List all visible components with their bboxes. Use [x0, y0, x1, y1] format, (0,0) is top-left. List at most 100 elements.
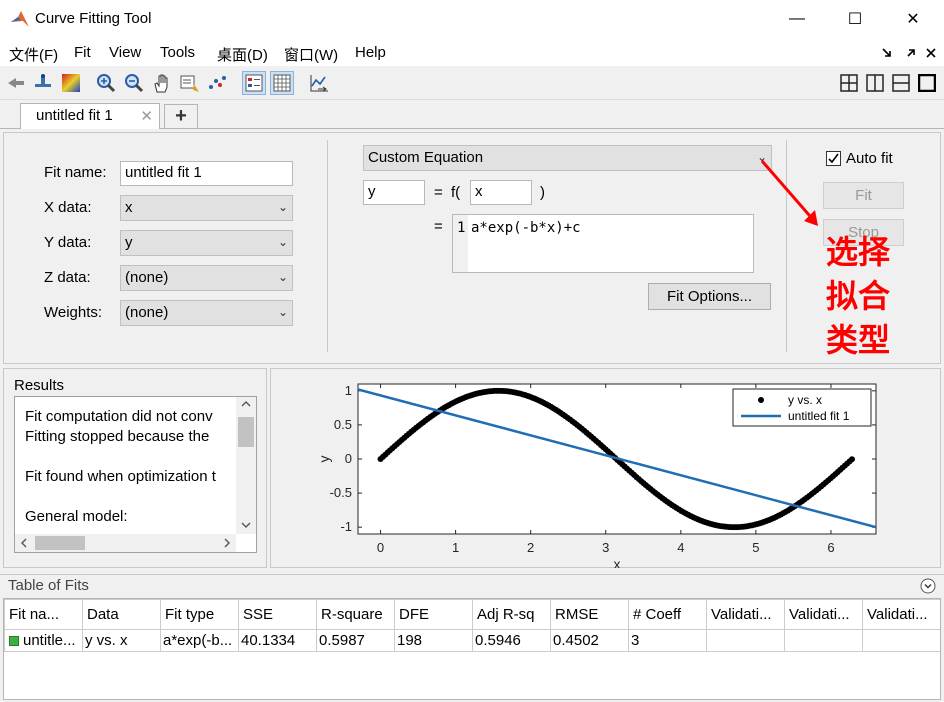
fit-name-input[interactable]: untitled fit 1: [120, 161, 293, 186]
tab-untitled-fit-1[interactable]: untitled fit 1 ✕: [20, 103, 160, 129]
column-header[interactable]: Validati...: [706, 599, 785, 630]
results-textbox[interactable]: Fit computation did not conv Fitting sto…: [14, 396, 257, 553]
scrollbar-thumb[interactable]: [35, 536, 85, 550]
column-header[interactable]: Fit na...: [4, 599, 83, 630]
legend-icon[interactable]: [242, 71, 266, 95]
table-header-row: Fit na... Data Fit type SSE R-square DFE Adj R…: [4, 599, 940, 630]
residuals-plot-icon[interactable]: [307, 71, 331, 95]
fit-plot[interactable]: 0 1 2 3 4 5 6 1 0.5 0 -0.5 -1 x y y vs. x untitled fit …: [270, 368, 941, 568]
fit-type-value: Custom Equation: [368, 149, 484, 166]
colormap-icon[interactable]: [59, 71, 83, 95]
table-row[interactable]: untitle... y vs. x a*exp(-b... 40.1334 0.598…: [4, 629, 940, 652]
scrollbar-thumb[interactable]: [238, 417, 254, 447]
vertical-scrollbar[interactable]: [236, 397, 256, 534]
column-header[interactable]: Data: [82, 599, 161, 630]
menu-file[interactable]: 文件(F): [9, 44, 58, 65]
fit-name-cell: untitle...: [23, 632, 76, 649]
fit-button[interactable]: Fit: [823, 182, 904, 209]
tab-close-icon[interactable]: ✕: [140, 107, 153, 125]
collapse-chevron-icon[interactable]: [920, 578, 936, 594]
dock-arrow-icon[interactable]: [880, 46, 894, 60]
grid-icon[interactable]: [270, 71, 294, 95]
data-cursor-icon[interactable]: [31, 71, 55, 95]
dependent-var-input[interactable]: y: [363, 180, 425, 205]
z-data-select[interactable]: (none) ⌄: [120, 265, 293, 291]
column-header[interactable]: Validati...: [784, 599, 863, 630]
scroll-right-icon[interactable]: [220, 536, 234, 550]
add-tab-button[interactable]: +: [164, 104, 198, 128]
fit-options-button[interactable]: Fit Options...: [648, 283, 771, 310]
menu-view[interactable]: View: [109, 44, 141, 61]
table-cell: [706, 629, 785, 652]
x-tick-label: 1: [452, 540, 459, 555]
scroll-down-icon[interactable]: [236, 518, 256, 532]
layout-tile-icon[interactable]: [837, 71, 861, 95]
y-axis-label: y: [316, 456, 332, 463]
menu-bar: [0, 38, 944, 66]
independent-var-input[interactable]: x: [470, 180, 532, 205]
data-point: [848, 456, 855, 463]
results-line: [25, 488, 235, 508]
minimize-button[interactable]: —: [768, 0, 826, 38]
table-cell: 0.4502: [550, 629, 629, 652]
annotation-line: 拟合: [826, 277, 891, 315]
column-header[interactable]: RMSE: [550, 599, 629, 630]
chevron-down-icon: ⌄: [277, 235, 288, 249]
menu-window[interactable]: 窗口(W): [284, 44, 338, 65]
function-close-label: ): [540, 184, 545, 201]
legend-marker: [758, 397, 764, 403]
table-cell: y vs. x: [82, 629, 161, 652]
layout-columns-icon[interactable]: [863, 71, 887, 95]
weights-label: Weights:: [44, 304, 103, 321]
chevron-down-icon: ⌄: [277, 270, 288, 284]
legend-label: untitled fit 1: [788, 409, 850, 423]
horizontal-scrollbar[interactable]: [15, 534, 236, 552]
y-data-select[interactable]: y ⌄: [120, 230, 293, 256]
table-cell: 198: [394, 629, 473, 652]
table-cell: 0.5987: [316, 629, 395, 652]
table-cell: 0.5946: [472, 629, 551, 652]
chevron-down-icon: ⌄: [277, 305, 288, 319]
equation-expression: a*exp(-b*x)+c: [471, 220, 581, 236]
close-figure-icon[interactable]: [925, 46, 937, 60]
layout-single-icon[interactable]: [915, 71, 939, 95]
fit-status-icon: [9, 636, 19, 646]
checkmark-icon: [828, 153, 839, 164]
y-tick-label: 0.5: [334, 417, 352, 432]
layout-rows-icon[interactable]: [889, 71, 913, 95]
results-line: Fit found when optimization t: [25, 468, 216, 485]
column-header[interactable]: Validati...: [862, 599, 940, 630]
weights-select[interactable]: (none) ⌄: [120, 300, 293, 326]
menu-tools[interactable]: Tools: [160, 44, 195, 61]
zoom-in-icon[interactable]: [94, 71, 118, 95]
z-data-label: Z data:: [44, 269, 91, 286]
pan-hand-icon[interactable]: [150, 71, 174, 95]
menu-help[interactable]: Help: [355, 44, 386, 61]
menu-fit[interactable]: Fit: [74, 44, 91, 61]
auto-fit-checkbox[interactable]: [826, 151, 841, 166]
column-header[interactable]: DFE: [394, 599, 473, 630]
scroll-left-icon[interactable]: [17, 536, 31, 550]
column-header[interactable]: SSE: [238, 599, 317, 630]
close-button[interactable]: ✕: [884, 0, 942, 38]
pan-arrow-icon[interactable]: [4, 71, 28, 95]
results-line: Fit computation did not conv: [25, 408, 213, 425]
maximize-button[interactable]: ☐: [826, 0, 884, 38]
column-header[interactable]: Adj R-sq: [472, 599, 551, 630]
fit-type-select[interactable]: Custom Equation ⌄: [363, 145, 772, 171]
results-line: General model:: [25, 508, 128, 525]
scatter-points-icon[interactable]: [205, 71, 229, 95]
x-data-select[interactable]: x ⌄: [120, 195, 293, 221]
equals-label: =: [434, 184, 443, 201]
undock-arrow-icon[interactable]: [904, 46, 918, 60]
column-header[interactable]: R-square: [316, 599, 395, 630]
column-header[interactable]: Fit type: [160, 599, 239, 630]
menu-desktop[interactable]: 桌面(D): [217, 44, 268, 65]
table-cell: [862, 629, 940, 652]
zoom-out-icon[interactable]: [122, 71, 146, 95]
equation-editor[interactable]: 1 a*exp(-b*x)+c: [452, 214, 754, 273]
exclude-outliers-icon[interactable]: [178, 71, 202, 95]
scroll-up-icon[interactable]: [236, 397, 256, 411]
column-header[interactable]: # Coeff: [628, 599, 707, 630]
tab-label: untitled fit 1: [36, 107, 113, 124]
